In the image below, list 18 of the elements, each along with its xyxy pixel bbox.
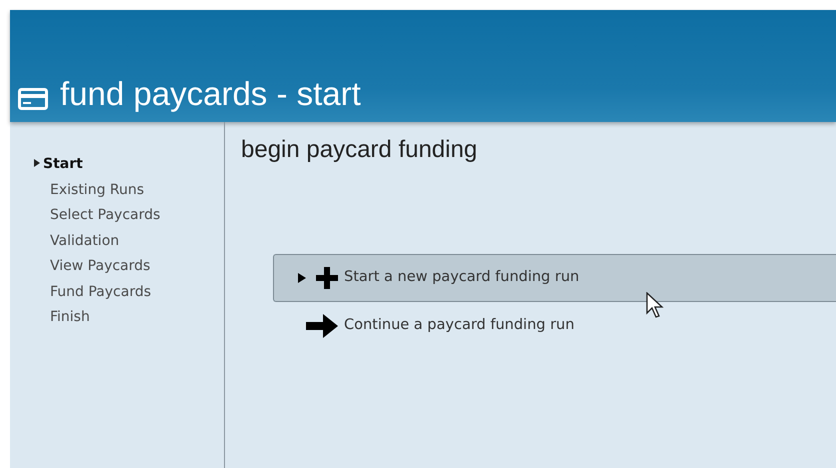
credit-card-icon xyxy=(18,88,48,110)
sidebar-step[interactable]: View Paycards xyxy=(34,254,224,280)
mouse-cursor-icon xyxy=(646,292,666,320)
section-heading: begin paycard funding xyxy=(241,135,478,165)
sidebar-step[interactable]: Fund Paycards xyxy=(34,280,224,305)
page-title: fund paycards - start xyxy=(60,77,361,110)
option-row[interactable]: Start a new paycard funding run xyxy=(273,254,836,302)
sidebar-step[interactable]: Select Paycards xyxy=(34,203,224,228)
sidebar-step[interactable]: Validation xyxy=(34,228,224,254)
option-label: Continue a paycard funding run xyxy=(344,316,574,336)
expand-triangle-icon xyxy=(298,273,306,283)
sidebar-step[interactable]: Existing Runs xyxy=(34,178,224,203)
plus-icon xyxy=(316,267,338,289)
option-label: Start a new paycard funding run xyxy=(344,268,580,288)
right-arrow-icon xyxy=(306,314,338,338)
sidebar-step[interactable]: Start xyxy=(34,152,224,178)
sidebar-step[interactable]: Finish xyxy=(34,305,224,330)
option-row[interactable]: Continue a paycard funding run xyxy=(273,302,836,350)
